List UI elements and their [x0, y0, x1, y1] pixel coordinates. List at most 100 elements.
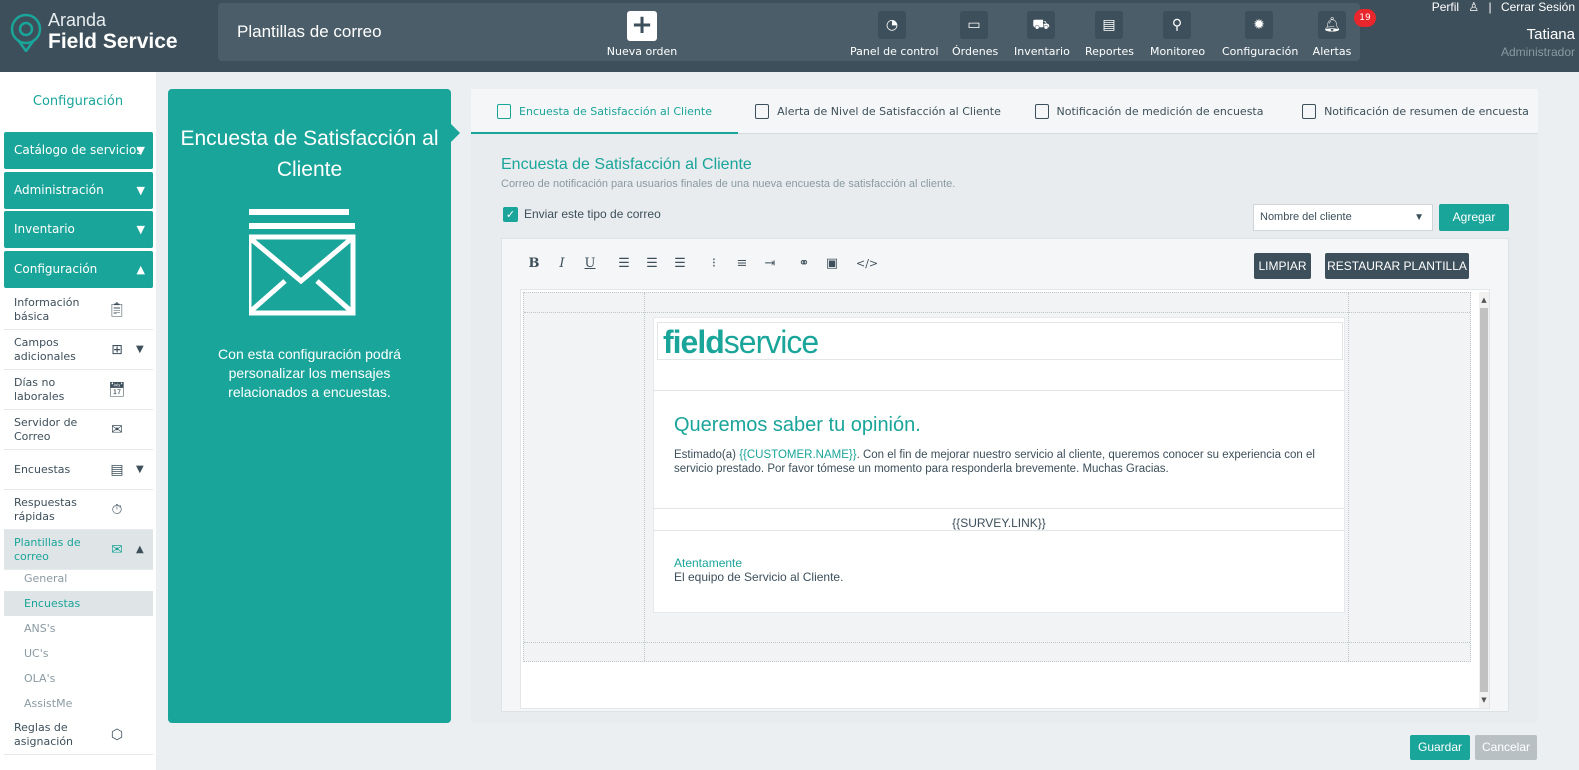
user-links: Perfil ♙ | Cerrar Sesión: [1426, 0, 1575, 14]
cancel-button[interactable]: Cancelar: [1475, 735, 1537, 760]
bullet-list-icon[interactable]: ⁝: [704, 254, 724, 274]
nav-monitoring-label: Monitoreo: [1150, 45, 1206, 58]
sidebar-item-label: Días no laborales: [14, 375, 65, 403]
sidebar-subitem-general[interactable]: General: [4, 566, 153, 591]
scroll-up-icon[interactable]: ▲: [1479, 294, 1489, 306]
profile-link[interactable]: Perfil: [1432, 0, 1459, 14]
numbered-list-icon[interactable]: ≡: [732, 254, 752, 274]
cube-icon: ⬡: [110, 727, 124, 743]
brand-logo[interactable]: Aranda Field Service: [8, 8, 208, 58]
editor-canvas[interactable]: fieldservice Queremos saber tu opinión. …: [520, 289, 1490, 709]
field-select[interactable]: Nombre del cliente ▼: [1253, 204, 1433, 231]
nav-configuration[interactable]: ✹ Configuración: [1222, 11, 1299, 58]
stopwatch-icon: ⏱︎: [111, 502, 123, 518]
add-field-button[interactable]: Agregar: [1439, 204, 1509, 231]
survey-icon: ▤: [110, 462, 124, 478]
tab-label: Encuesta de Satisfacción al Cliente: [519, 105, 712, 118]
page-title: Plantillas de correo: [237, 22, 382, 41]
code-icon[interactable]: </>: [856, 254, 878, 274]
reports-icon: ▤: [1095, 11, 1123, 39]
sidebar-item-mail-templates[interactable]: Plantillas de correo ✉ ▲: [4, 530, 153, 570]
link-icon[interactable]: ⚭: [794, 254, 814, 274]
sidebar-item-non-working-days[interactable]: Días no laborales 📅︎: [4, 370, 153, 410]
sidebar-subitem-uc[interactable]: UC's: [4, 641, 153, 666]
info-panel-description: Con esta configuración podrá personaliza…: [218, 346, 401, 400]
sidebar-item-mail-server[interactable]: Servidor de Correo ✉: [4, 410, 153, 450]
sidebar-item-label: Servidor de Correo: [14, 415, 78, 443]
sidebar-item-label: Reglas de asignación: [14, 720, 74, 748]
new-order-label: Nueva orden: [606, 45, 678, 58]
sidebar-subitem-ans[interactable]: ANS's: [4, 616, 153, 641]
tab-survey-measurement-notification[interactable]: Notificación de medición de encuesta: [1027, 89, 1271, 134]
user-separator: |: [1488, 0, 1492, 14]
tab-label: Notificación de medición de encuesta: [1056, 105, 1264, 118]
sidebar-subitem-ola[interactable]: OLA's: [4, 666, 153, 691]
tab-survey-summary-notification[interactable]: Notificación de resumen de encuesta: [1293, 89, 1538, 134]
logo-light-text: service: [723, 324, 819, 360]
person-icon: ♙: [1468, 0, 1480, 14]
grid-line: [524, 312, 1470, 313]
sidebar-item-label: Respuestas rápidas: [14, 495, 77, 523]
nav-inventory[interactable]: ⛟ Inventario: [1014, 11, 1070, 58]
sidebar-section-label: Configuración: [14, 262, 98, 276]
mail-template-icon: ✉: [111, 542, 123, 558]
send-mail-checkbox[interactable]: ✓: [503, 207, 518, 222]
nav-configuration-label: Configuración: [1222, 45, 1299, 58]
tab-customer-satisfaction-survey[interactable]: Encuesta de Satisfacción al Cliente: [471, 89, 738, 134]
clear-button[interactable]: LIMPIAR: [1254, 253, 1311, 279]
new-order-button[interactable]: + Nueva orden: [602, 11, 682, 58]
alerts-badge: 19: [1354, 9, 1376, 27]
alert-document-icon: [755, 103, 770, 119]
italic-icon[interactable]: I: [552, 254, 572, 274]
bell-icon: 🔔︎: [1318, 11, 1346, 39]
grid-line: [1348, 293, 1349, 661]
tab-satisfaction-level-alert[interactable]: Alerta de Nivel de Satisfacción al Clien…: [743, 89, 1013, 134]
logout-link[interactable]: Cerrar Sesión: [1501, 0, 1575, 14]
chevron-down-icon: ▼: [136, 464, 144, 475]
envelope-icon: [249, 209, 356, 316]
inventory-icon: ⛟: [1027, 11, 1055, 39]
chevron-down-icon: ▼: [136, 184, 145, 197]
image-icon[interactable]: ▣: [822, 254, 842, 274]
editor-scrollbar[interactable]: ▲ ▼: [1479, 292, 1489, 708]
sidebar-item-assignment-rules[interactable]: Reglas de asignación ⬡: [4, 715, 153, 755]
user-role: Administrador: [1500, 45, 1575, 59]
tab-bar: Encuesta de Satisfacción al Cliente Aler…: [471, 89, 1538, 134]
indent-icon[interactable]: ⇥: [760, 254, 780, 274]
sidebar-section-label: Inventario: [14, 222, 75, 236]
sidebar-section-catalog[interactable]: Catálogo de servicios ▼: [4, 132, 153, 169]
nav-reports[interactable]: ▤ Reportes: [1085, 11, 1134, 58]
sidebar-item-additional-fields[interactable]: Campos adicionales ⊞ ▼: [4, 330, 153, 370]
sidebar-item-surveys[interactable]: Encuestas ▤ ▼: [4, 450, 153, 490]
nav-monitoring[interactable]: ⚲ Monitoreo: [1150, 11, 1206, 58]
align-right-icon[interactable]: ☰: [670, 254, 690, 274]
bold-icon[interactable]: B: [524, 254, 544, 274]
align-center-icon[interactable]: ☰: [642, 254, 662, 274]
sidebar-subitem-assistme[interactable]: AssistMe: [4, 691, 153, 716]
sidebar-section-configuration[interactable]: Configuración ▲: [4, 251, 153, 288]
customer-name-variable: {{CUSTOMER.NAME}}: [739, 449, 857, 461]
underline-icon[interactable]: U: [580, 254, 600, 274]
sidebar-item-quick-replies[interactable]: Respuestas rápidas ⏱︎: [4, 490, 153, 530]
nav-alerts[interactable]: 🔔︎ 19 Alertas: [1312, 9, 1376, 58]
align-left-icon[interactable]: ☰: [614, 254, 634, 274]
sidebar-subitem-surveys[interactable]: Encuestas: [4, 591, 153, 616]
sidebar-section-administration[interactable]: Administración ▼: [4, 172, 153, 209]
nav-inventory-label: Inventario: [1014, 45, 1070, 58]
nav-orders[interactable]: ▭ Órdenes: [952, 11, 998, 58]
email-body[interactable]: fieldservice Queremos saber tu opinión. …: [653, 317, 1345, 613]
nav-dashboard[interactable]: ◔ Panel de control: [850, 11, 939, 58]
scrollbar-thumb[interactable]: [1480, 308, 1488, 692]
nav-dashboard-label: Panel de control: [850, 45, 939, 58]
save-button[interactable]: Guardar: [1410, 735, 1470, 760]
restore-template-button[interactable]: RESTAURAR PLANTILLA: [1325, 253, 1469, 279]
editor-toolbar: B I U ☰ ☰ ☰ ⁝ ≡ ⇥ ⚭ ▣ </> LIMPIAR RESTAU…: [502, 239, 1508, 289]
rich-text-editor: B I U ☰ ☰ ☰ ⁝ ≡ ⇥ ⚭ ▣ </> LIMPIAR RESTAU…: [501, 238, 1509, 712]
brand-line1: Aranda: [48, 10, 107, 30]
main-panel: Encuesta de Satisfacción al Cliente Aler…: [471, 89, 1538, 723]
grid-line: [524, 642, 1470, 643]
scroll-down-icon[interactable]: ▼: [1479, 694, 1489, 706]
sidebar-section-inventory[interactable]: Inventario ▼: [4, 211, 153, 248]
sidebar-item-basic-info[interactable]: Información básica 📋︎: [4, 290, 153, 330]
tab-label: Alerta de Nivel de Satisfacción al Clien…: [777, 105, 1001, 118]
